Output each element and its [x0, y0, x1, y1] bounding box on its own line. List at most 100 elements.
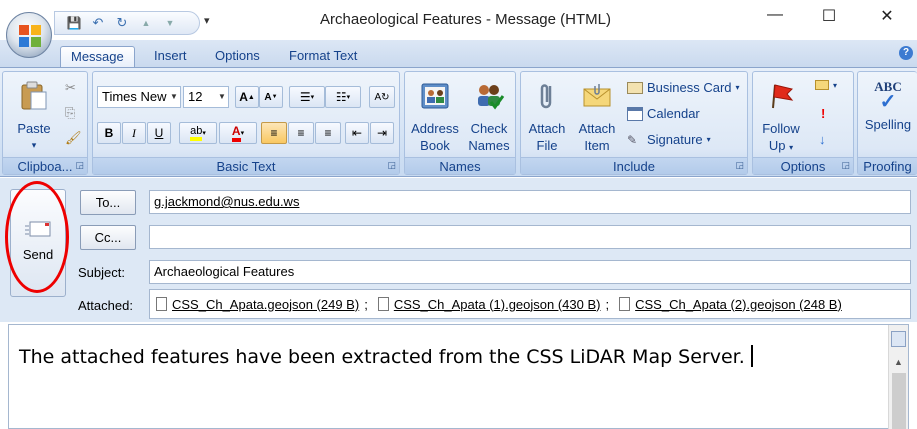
document-icon	[619, 297, 631, 311]
font-size-select[interactable]: 12 ▼	[183, 86, 229, 108]
tab-format-text[interactable]: Format Text	[279, 46, 367, 68]
highlight-button[interactable]: ab ▾	[179, 122, 217, 144]
office-logo-icon	[19, 25, 41, 47]
low-importance-icon[interactable]: ↓	[819, 132, 826, 147]
envelope-icon	[815, 80, 829, 90]
tab-options[interactable]: Options	[205, 46, 270, 68]
clipboard-group-label: Clipboa...	[3, 157, 87, 174]
attachment-name: CSS_Ch_Apata (1).geojson (430 B)	[393, 296, 601, 312]
chevron-down-icon: ▾	[706, 135, 711, 144]
business-card-button[interactable]: Business Card ▾	[627, 80, 740, 95]
copy-icon[interactable]: ⎘	[65, 105, 75, 121]
bullets-button[interactable]: ☰ ▾	[289, 86, 325, 108]
cc-button[interactable]: Cc...	[80, 225, 136, 250]
minimize-button[interactable]: —	[752, 6, 798, 24]
dialog-launcher-icon[interactable]: ◲	[75, 160, 84, 171]
tab-insert[interactable]: Insert	[144, 46, 197, 68]
scroll-thumb[interactable]	[892, 373, 906, 429]
envelope-icon	[583, 84, 611, 107]
permission-button[interactable]: ▾	[815, 80, 837, 90]
scroll-up-icon[interactable]: ▲	[894, 357, 903, 367]
paste-button[interactable]: Paste ▾	[9, 80, 59, 154]
basic-text-group: Times New ▼ 12 ▼ A ▲ A ▼ ☰ ▾ ☷ ▾ A↻ B I U …	[92, 71, 400, 175]
font-color-button[interactable]: A ▾	[219, 122, 257, 144]
spelling-icon: ABC ✓	[874, 79, 902, 113]
ribbon: Paste ▾ ✂ ⎘ 🖌 Clipboa... ◲ Times New ▼ 1…	[0, 67, 917, 177]
office-button[interactable]	[6, 12, 52, 58]
high-importance-icon[interactable]: !	[821, 106, 825, 121]
attach-item-button[interactable]: Attach Item	[571, 80, 623, 154]
check-names-label-2: Names	[468, 138, 510, 153]
check-names-icon	[478, 85, 505, 110]
attached-label: Attached:	[78, 298, 133, 313]
proofing-group-label: Proofing	[858, 157, 917, 174]
attachment-item[interactable]: CSS_Ch_Apata (1).geojson (430 B);	[377, 296, 609, 312]
grow-font-button[interactable]: A ▲	[235, 86, 259, 108]
dialog-launcher-icon[interactable]: ◲	[841, 160, 850, 171]
attach-file-label-2: File	[536, 138, 558, 153]
subject-field[interactable]: Archaeological Features	[149, 260, 911, 284]
help-icon[interactable]: ?	[899, 46, 913, 60]
document-icon	[156, 297, 167, 311]
dialog-launcher-icon[interactable]: ◲	[735, 160, 744, 171]
address-book-button[interactable]: Address Book	[407, 80, 463, 154]
message-body[interactable]: The attached features have been extracte…	[8, 324, 909, 429]
cc-field[interactable]	[149, 225, 911, 249]
attachment-separator: ;	[364, 296, 368, 312]
vertical-scrollbar[interactable]: ▲	[888, 325, 908, 429]
tab-message[interactable]: Message	[60, 46, 135, 68]
send-label: Send	[22, 247, 54, 262]
follow-up-button[interactable]: Follow Up ▾	[755, 80, 807, 156]
chevron-down-icon: ▼	[218, 92, 226, 101]
align-right-button[interactable]: ≡	[315, 122, 341, 144]
numbering-button[interactable]: ☷ ▾	[325, 86, 361, 108]
attachment-item[interactable]: CSS_Ch_Apata (2).geojson (248 B)	[619, 297, 842, 312]
shrink-font-button[interactable]: A ▼	[259, 86, 283, 108]
decrease-indent-button[interactable]: ⇤	[345, 122, 369, 144]
names-group-label: Names	[405, 157, 515, 174]
signature-button[interactable]: ✎ Signature ▾	[627, 132, 711, 147]
paste-label: Paste	[17, 121, 51, 136]
options-group-label: Options	[753, 157, 853, 174]
chevron-down-icon: ▾	[735, 83, 740, 92]
address-book-icon	[421, 83, 449, 109]
to-field[interactable]: g.jackmond@nus.edu.ws	[149, 190, 911, 214]
body-text: The attached features have been extracte…	[19, 345, 753, 368]
calendar-button[interactable]: Calendar	[627, 106, 700, 121]
to-button[interactable]: To...	[80, 190, 136, 215]
title-bar: 💾 ↶ ↻ ▲ ▼ ▾ Archaeological Features - Me…	[0, 0, 917, 40]
bold-button[interactable]: B	[97, 122, 121, 144]
styles-icon[interactable]: A↻	[369, 86, 395, 108]
address-book-label-1: Address	[411, 121, 459, 136]
red-flag-icon	[772, 84, 794, 109]
send-button[interactable]: Send	[10, 189, 66, 297]
follow-up-label-1: Follow	[762, 121, 800, 136]
spelling-button[interactable]: ABC ✓ Spelling	[860, 80, 916, 133]
align-left-button[interactable]: ≡	[261, 122, 287, 144]
subject-label: Subject:	[78, 265, 125, 280]
maximize-button[interactable]: ☐	[806, 6, 852, 26]
dialog-launcher-icon[interactable]: ◲	[387, 160, 396, 171]
follow-up-label-2: Up ▾	[768, 138, 794, 153]
close-button[interactable]: ✕	[864, 6, 910, 26]
increase-indent-button[interactable]: ⇥	[370, 122, 394, 144]
attachment-item[interactable]: CSS_Ch_Apata.geojson (249 B);	[156, 297, 368, 312]
align-center-button[interactable]: ≡	[288, 122, 314, 144]
include-group: Attach File Attach Item Business Card ▾ …	[520, 71, 748, 175]
ruler-toggle-icon[interactable]	[891, 331, 906, 347]
font-name-select[interactable]: Times New ▼	[97, 86, 181, 108]
address-book-label-2: Book	[420, 138, 450, 153]
proofing-group: ABC ✓ Spelling Proofing	[857, 71, 917, 175]
paperclip-icon	[540, 84, 552, 109]
font-name-value: Times New	[102, 89, 167, 104]
italic-button[interactable]: I	[122, 122, 146, 144]
send-envelope-icon	[25, 221, 51, 237]
format-painter-icon[interactable]: 🖌	[65, 130, 82, 146]
attach-file-button[interactable]: Attach File	[521, 80, 573, 154]
signature-icon: ✎	[627, 132, 638, 147]
document-icon	[377, 297, 389, 311]
check-names-button[interactable]: Check Names	[461, 80, 517, 154]
underline-button[interactable]: U	[147, 122, 171, 144]
cut-icon[interactable]: ✂	[65, 80, 76, 96]
clipboard-group: Paste ▾ ✂ ⎘ 🖌 Clipboa... ◲	[2, 71, 88, 175]
